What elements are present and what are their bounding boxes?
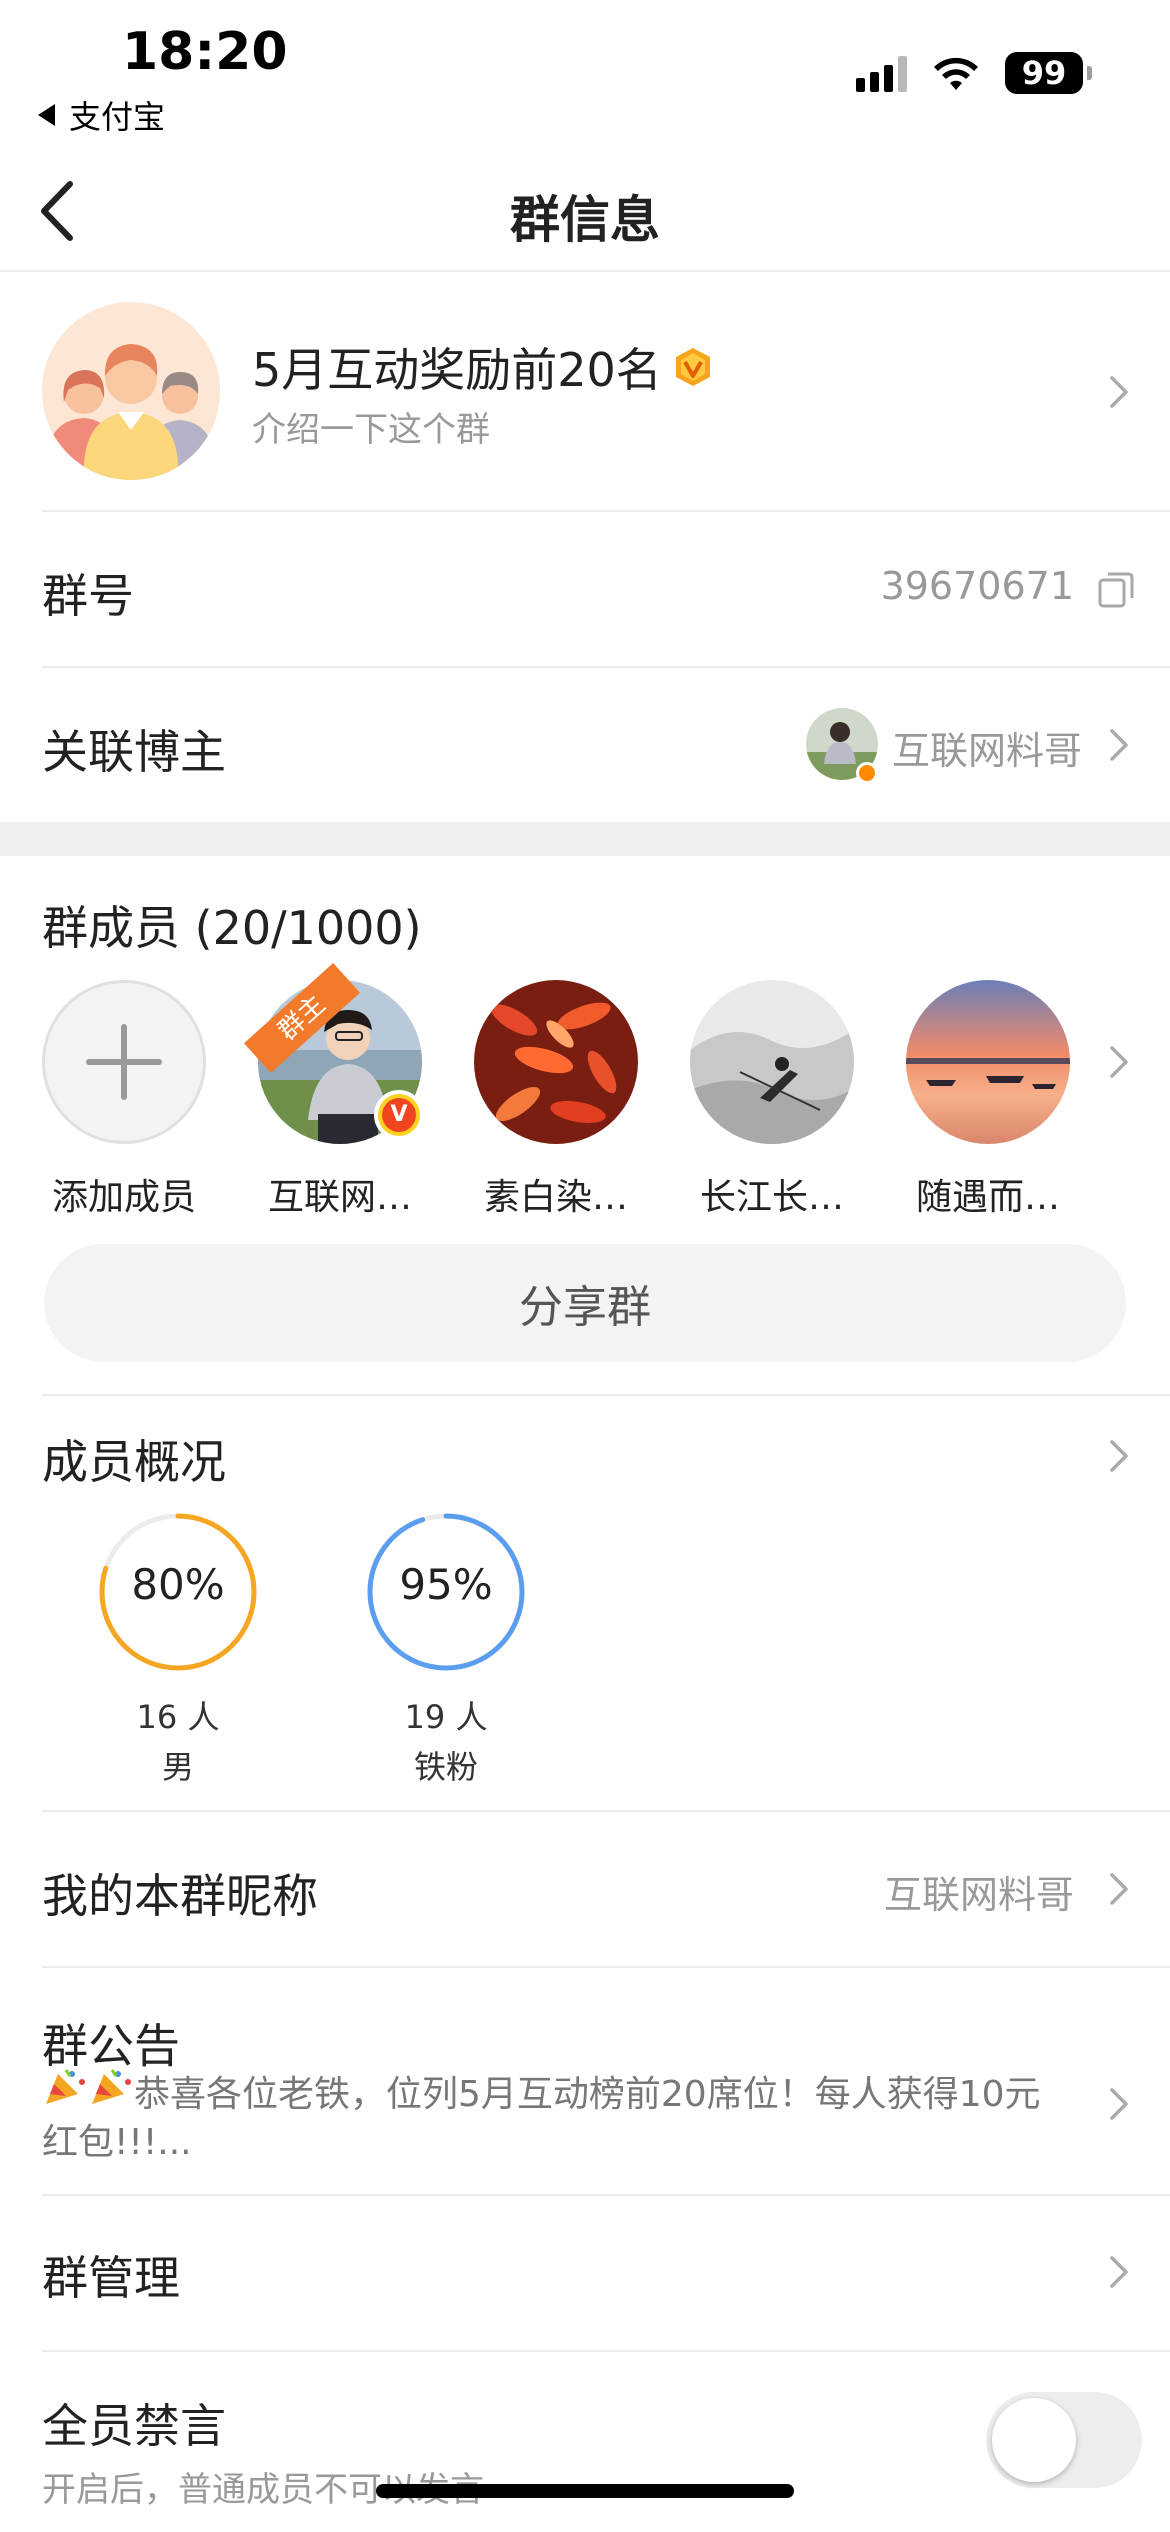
stat-percent: 95%	[399, 1560, 493, 1609]
stat-kind: 铁粉	[413, 1748, 478, 1786]
back-to-app-link[interactable]: 支付宝	[38, 92, 165, 138]
group-number-row[interactable]: 群号 39670671	[0, 512, 1170, 666]
member-item[interactable]: 长江长…	[690, 980, 854, 1220]
member-avatar	[474, 980, 638, 1144]
party-popper-icon	[46, 2069, 85, 2104]
copy-icon[interactable]	[1096, 570, 1136, 610]
overview-title: 成员概况	[42, 1435, 226, 1489]
share-group-button[interactable]: 分享群	[44, 1244, 1126, 1362]
nickname-label: 我的本群昵称	[42, 1869, 318, 1923]
my-nickname-row[interactable]: 我的本群昵称 互联网料哥	[0, 1812, 1170, 1966]
nickname-value: 互联网料哥	[883, 1873, 1074, 1917]
group-avatar	[42, 302, 220, 480]
section-separator	[0, 822, 1170, 856]
chevron-right-icon	[1110, 1440, 1128, 1472]
notice-text: 恭喜各位老铁，位列5月互动榜前20席位！每人获得10元红包!!!...	[42, 2074, 1041, 2163]
member-name: 长江长…	[699, 1177, 844, 1218]
navigation-bar: 群信息	[0, 150, 1170, 272]
group-people-icon	[42, 302, 220, 480]
group-number-label: 群号	[42, 569, 134, 623]
group-verified-badge-icon	[675, 348, 710, 386]
members-more-chevron-icon[interactable]	[1100, 1042, 1140, 1082]
toggle-knob	[992, 2398, 1076, 2482]
mute-all-label: 全员禁言	[42, 2399, 226, 2453]
group-intro: 介绍一下这个群	[252, 410, 490, 450]
member-name: 随遇而…	[915, 1177, 1060, 1218]
mute-all-toggle[interactable]	[986, 2392, 1142, 2488]
member-overview-row[interactable]: 成员概况	[0, 1396, 1170, 1496]
stat-fans: 95% 19 人 铁粉	[366, 1512, 526, 1788]
back-app-label: 支付宝	[69, 98, 166, 136]
member-item[interactable]: 群主 V 互联网…	[244, 962, 424, 1220]
page-title: 群信息	[510, 191, 660, 249]
chevron-right-icon	[1110, 376, 1128, 408]
blogger-verified-icon	[856, 762, 878, 784]
member-name: 添加成员	[51, 1177, 196, 1218]
status-icons: 99	[856, 52, 1092, 94]
chevron-right-icon	[1110, 2088, 1128, 2120]
wifi-icon	[934, 57, 978, 90]
group-name-text: 5月互动奖励前20名	[252, 343, 662, 397]
member-name: 互联网…	[267, 1177, 412, 1218]
member-item[interactable]: 随遇而…	[906, 980, 1070, 1220]
verified-v-icon: V	[374, 1090, 424, 1140]
member-avatar	[690, 980, 854, 1144]
group-name: 5月互动奖励前20名	[252, 334, 714, 400]
linked-blogger-row[interactable]: 关联博主 互联网料哥	[0, 668, 1170, 822]
linked-blogger-label: 关联博主	[42, 725, 226, 779]
party-popper-icon	[92, 2069, 131, 2104]
back-triangle-icon	[38, 104, 55, 126]
stat-count: 19 人	[404, 1698, 488, 1736]
add-member-button[interactable]: 添加成员	[42, 980, 206, 1220]
notice-preview: 恭喜各位老铁，位列5月互动榜前20席位！每人获得10元红包!!!...	[42, 2066, 1072, 2167]
member-item[interactable]: 素白染…	[474, 980, 638, 1220]
add-member-circle[interactable]	[42, 980, 206, 1144]
group-header-row[interactable]: 5月互动奖励前20名 介绍一下这个群	[0, 272, 1170, 510]
member-avatar	[906, 980, 1070, 1144]
chevron-right-icon	[1110, 2256, 1128, 2288]
status-bar: 18:20 支付宝 99	[0, 0, 1170, 150]
linked-blogger-name: 互联网料哥	[892, 729, 1083, 773]
status-time: 18:20	[122, 22, 288, 82]
battery-icon: 99	[1005, 52, 1092, 94]
cellular-signal-icon	[856, 54, 907, 92]
battery-level: 99	[1005, 52, 1083, 94]
plus-icon	[86, 1024, 162, 1100]
chevron-right-icon	[1110, 1873, 1128, 1905]
stat-male: 80% 16 人 男	[98, 1512, 258, 1788]
manage-label: 群管理	[42, 2251, 180, 2305]
chevron-right-icon	[1110, 729, 1128, 761]
members-title: 群成员 (20/1000)	[42, 901, 422, 955]
group-number-value: 39670671	[880, 564, 1074, 608]
stat-count: 16 人	[136, 1698, 220, 1736]
group-manage-row[interactable]: 群管理	[0, 2196, 1170, 2350]
member-name: 素白染…	[483, 1177, 628, 1218]
stat-kind: 男	[161, 1748, 194, 1786]
stat-percent: 80%	[131, 1560, 225, 1609]
home-indicator	[376, 2484, 794, 2498]
